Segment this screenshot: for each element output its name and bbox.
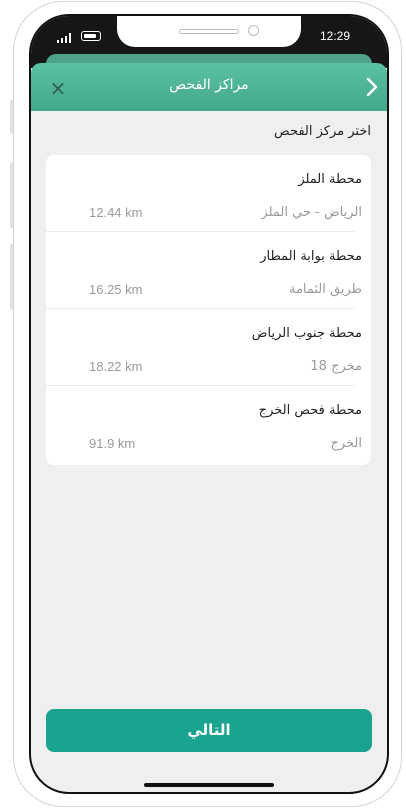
signal-icon [57,33,71,43]
station-distance: 18.22 km [89,359,143,374]
list-item[interactable]: محطة جنوب الرياض مخرج 18 18.22 km [46,309,371,386]
speaker [179,29,239,34]
page-title: مراكز الفحص [169,77,249,93]
phone-side-button [10,244,13,310]
list-item[interactable]: محطة الملز الرياض - حي الملز 12.44 km [46,155,371,232]
station-location: الخرج [330,436,362,451]
station-name: محطة فحص الخرج [258,403,362,418]
phone-side-button [10,162,13,228]
station-location: مخرج 18 [310,359,362,374]
list-item[interactable]: محطة بوابة المطار طريق الثمامة 16.25 km [46,232,371,309]
chevron-right-icon[interactable] [363,75,381,99]
battery-icon [81,31,101,41]
station-name: محطة الملز [298,172,362,187]
phone-screen: 12:29 × مراكز الفحص اختر مركز الفحص محطة… [31,16,387,792]
stations-list: محطة الملز الرياض - حي الملز 12.44 km مح… [46,155,371,465]
station-name: محطة جنوب الرياض [251,326,362,341]
station-name: محطة بوابة المطار [260,249,362,264]
phone-side-button [10,100,13,134]
list-item[interactable]: محطة فحص الخرج الخرج 91.9 km [46,386,371,463]
station-location: الرياض - حي الملز [261,205,362,220]
section-label: اختر مركز الفحص [274,124,371,139]
next-button[interactable]: التالي [46,709,372,752]
station-distance: 91.9 km [89,436,136,451]
station-distance: 12.44 km [89,205,143,220]
camera [248,25,259,36]
home-indicator [144,783,274,787]
status-time: 12:29 [320,29,351,43]
notch [117,16,301,47]
station-location: طريق الثمامة [288,282,362,297]
header-bar: × مراكز الفحص [31,63,387,111]
station-distance: 16.25 km [89,282,143,297]
